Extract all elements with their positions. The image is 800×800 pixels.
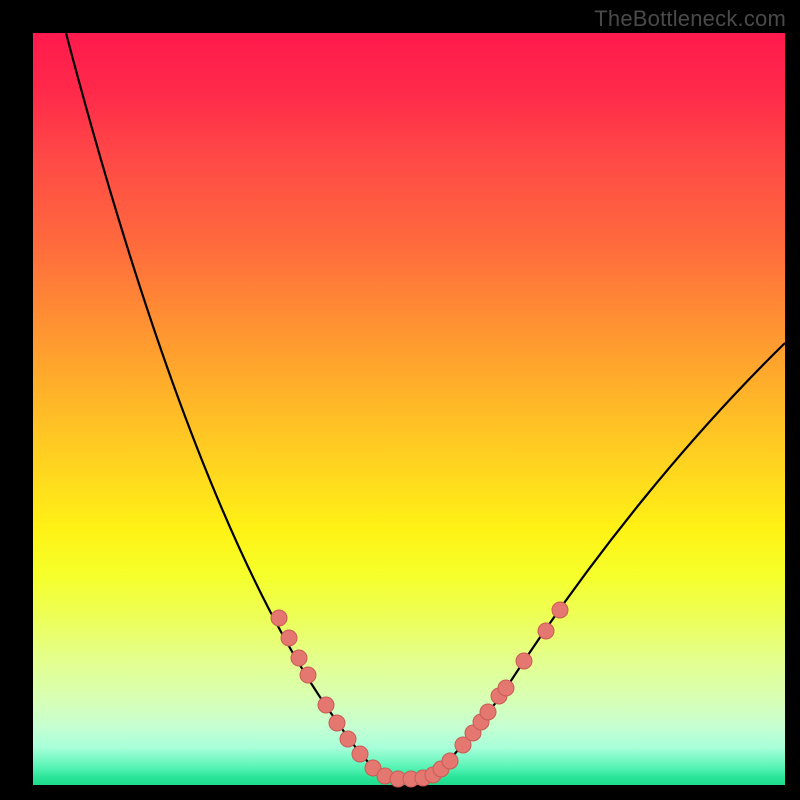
- curve-left: [66, 33, 383, 777]
- marker-dot: [300, 667, 316, 683]
- marker-dot: [329, 715, 345, 731]
- marker-dot: [281, 630, 297, 646]
- marker-dot: [318, 697, 334, 713]
- marker-dot: [291, 650, 307, 666]
- marker-dot: [271, 610, 287, 626]
- curve-layer: [33, 33, 785, 785]
- marker-dot: [552, 602, 568, 618]
- marker-dot: [352, 746, 368, 762]
- marker-dot: [340, 731, 356, 747]
- chart-frame: TheBottleneck.com: [0, 0, 800, 800]
- plot-area: [33, 33, 785, 785]
- marker-dot: [442, 753, 458, 769]
- marker-dot: [516, 653, 532, 669]
- watermark-text: TheBottleneck.com: [594, 6, 786, 32]
- marker-dot: [498, 680, 514, 696]
- marker-group: [271, 602, 568, 787]
- marker-dot: [538, 623, 554, 639]
- marker-dot: [480, 704, 496, 720]
